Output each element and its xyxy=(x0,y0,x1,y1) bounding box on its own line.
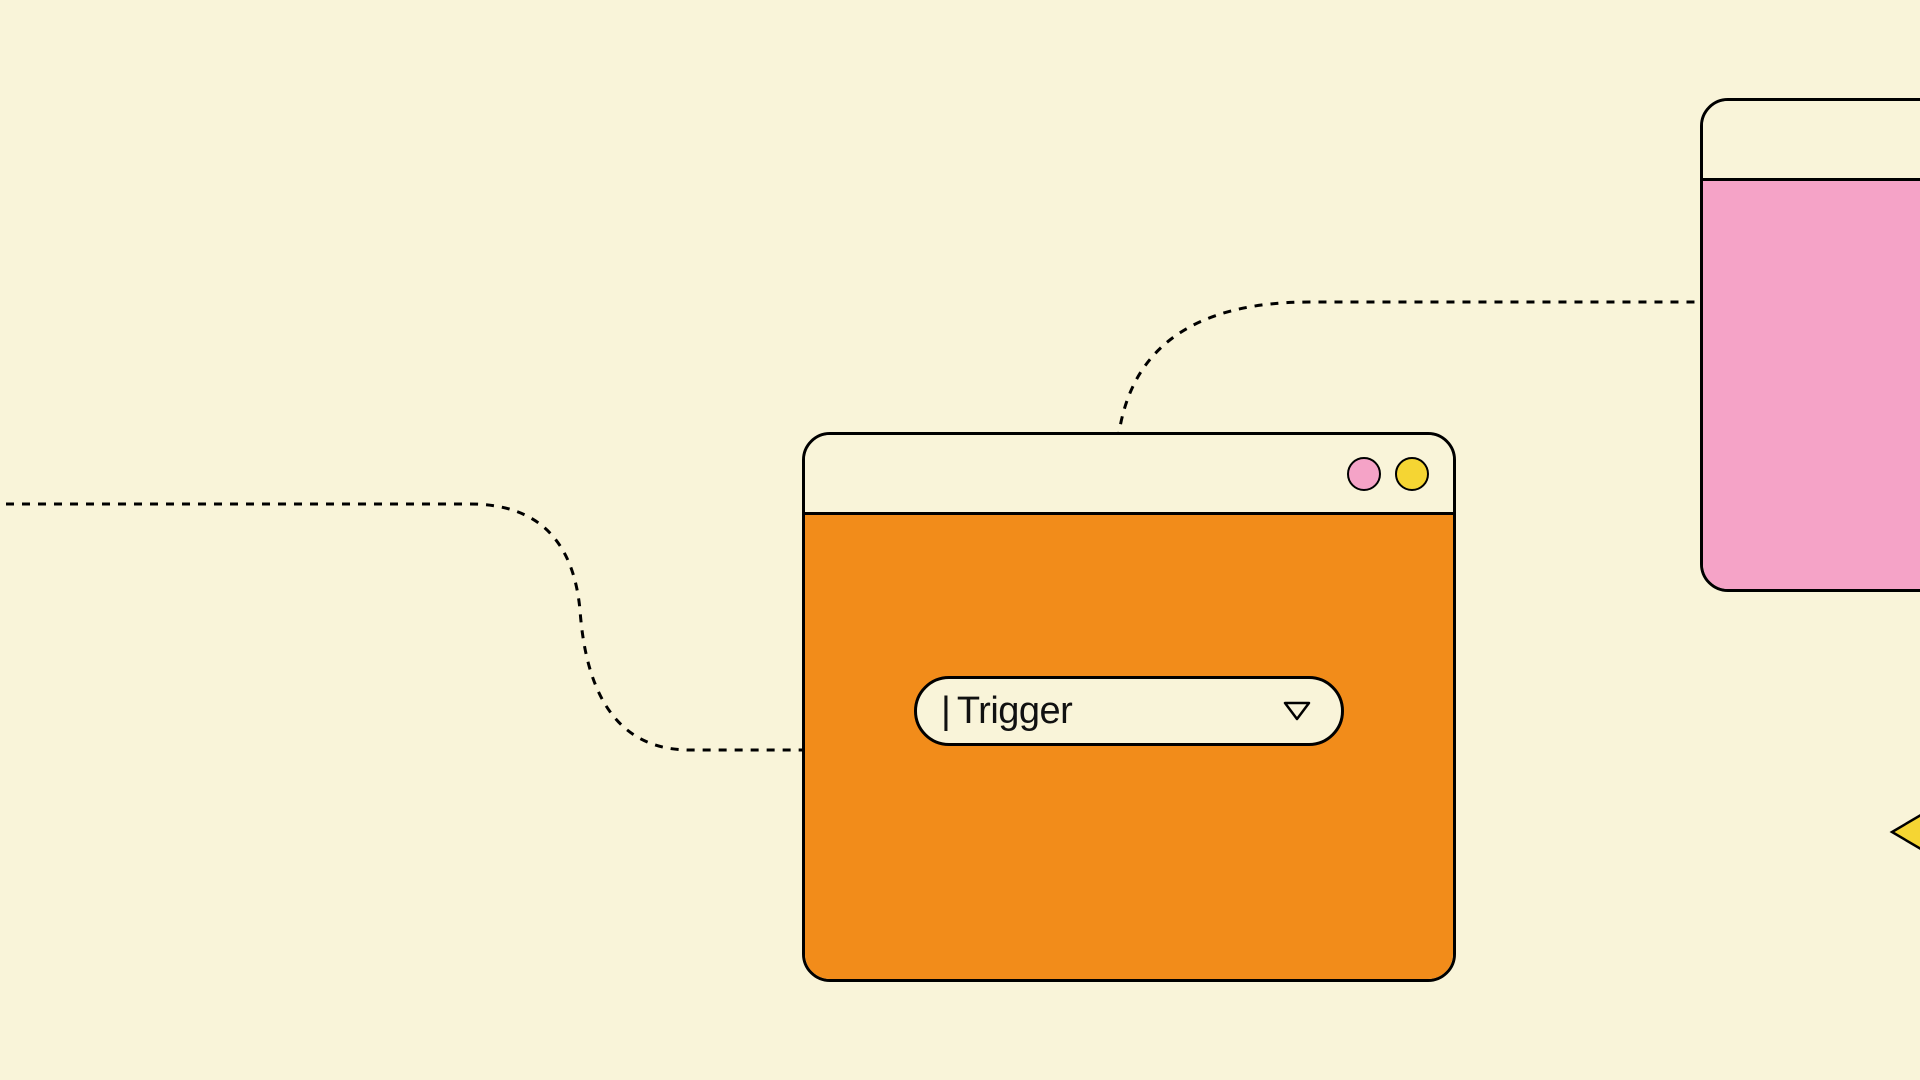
window-titlebar xyxy=(1703,101,1920,181)
trigger-window[interactable]: | Trigger xyxy=(802,432,1456,982)
window-body: | Trigger xyxy=(805,515,1453,979)
connector-left xyxy=(0,490,810,770)
trigger-dropdown[interactable]: | Trigger xyxy=(914,676,1344,746)
dropdown-label: Trigger xyxy=(957,690,1277,733)
text-cursor-icon: | xyxy=(941,690,951,733)
window-body: | Ac xyxy=(1703,181,1920,589)
window-titlebar xyxy=(805,435,1453,515)
accent-shape xyxy=(1886,812,1920,852)
chevron-down-icon xyxy=(1283,701,1311,721)
action-window[interactable]: | Ac xyxy=(1700,98,1920,592)
window-control-dot-pink[interactable] xyxy=(1347,457,1381,491)
window-control-dot-yellow[interactable] xyxy=(1395,457,1429,491)
